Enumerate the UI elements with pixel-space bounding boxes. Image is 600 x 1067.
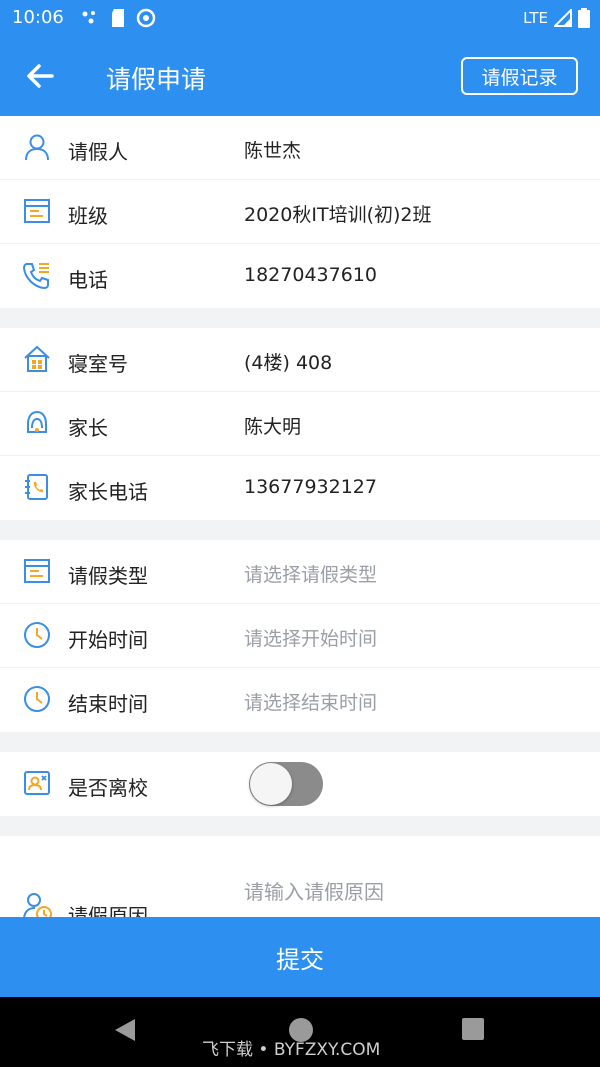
row-phone: 电话 18270437610 (0, 244, 600, 308)
end-time-select[interactable]: 请选择结束时间 (244, 688, 377, 715)
row-class: 班级 2020秋IT培训(初)2班 (0, 180, 600, 244)
status-right: LTE (523, 8, 590, 28)
dots-icon (82, 11, 95, 24)
back-arrow-icon[interactable] (22, 58, 58, 94)
parent-phone-value: 13677932127 (244, 476, 377, 498)
reason-input[interactable]: 请输入请假原因 (244, 876, 384, 905)
leave-type-label: 请假类型 (68, 564, 148, 588)
system-nav-bar: 飞下载 • BYFZXY.COM (0, 997, 600, 1067)
toggle-knob (250, 763, 292, 805)
applicant-value: 陈世杰 (244, 140, 302, 162)
dorm-value: (4楼) 408 (244, 352, 333, 374)
parent-icon (27, 410, 47, 433)
user-clock-icon (23, 893, 52, 917)
row-end-time[interactable]: 结束时间 请选择结束时间 (0, 668, 600, 732)
clock-icon (24, 622, 50, 648)
type-board-icon (24, 559, 50, 583)
class-label: 班级 (68, 204, 108, 228)
student-info-group: 请假人 陈世杰 班级 2020秋IT培训(初)2班 电话 18270437610 (0, 116, 600, 308)
row-parent-phone: 家长电话 13677932127 (0, 456, 600, 520)
leave-school-label: 是否离校 (68, 776, 148, 800)
section-divider (0, 816, 600, 836)
row-leave-school: 是否离校 (0, 752, 600, 816)
class-board-icon (24, 199, 50, 223)
parent-phone-label: 家长电话 (68, 480, 148, 504)
leave-type-select[interactable]: 请选择请假类型 (244, 560, 377, 587)
watermark: 飞下载 • BYFZXY.COM (202, 1040, 381, 1060)
page-title: 请假申请 (106, 65, 207, 94)
status-time: 10:06 (12, 7, 64, 28)
section-divider (0, 308, 600, 328)
applicant-label: 请假人 (68, 140, 128, 164)
class-value: 2020秋IT培训(初)2班 (244, 204, 432, 226)
leave-school-group: 是否离校 (0, 752, 600, 816)
status-bar: 10:06 LTE (0, 0, 600, 36)
row-leave-type[interactable]: 请假类型 请选择请假类型 (0, 540, 600, 604)
row-parent: 家长 陈大明 (0, 392, 600, 456)
no-sync-icon (136, 8, 156, 28)
app-bar: 请假申请 请假记录 (0, 36, 600, 116)
reason-label: 请假原因 (68, 904, 148, 917)
leave-record-button[interactable]: 请假记录 (461, 57, 578, 95)
person-icon (25, 134, 49, 161)
network-type: LTE (523, 9, 548, 27)
start-time-label: 开始时间 (68, 628, 148, 652)
parent-label: 家长 (68, 416, 108, 440)
clock-icon (24, 686, 50, 712)
nav-recents-icon[interactable] (462, 1018, 484, 1040)
submit-button[interactable]: 提交 (0, 917, 600, 997)
contact-book-icon (25, 474, 48, 500)
section-divider (0, 520, 600, 540)
form-content: 请假人 陈世杰 班级 2020秋IT培训(初)2班 电话 18270437610 (0, 116, 600, 917)
status-notification-icons (80, 8, 156, 28)
start-time-select[interactable]: 请选择开始时间 (244, 624, 377, 651)
leave-school-toggle[interactable] (249, 762, 323, 806)
sd-card-icon (112, 9, 124, 27)
signal-icon (554, 9, 572, 27)
battery-icon (578, 8, 590, 28)
end-time-label: 结束时间 (68, 692, 148, 716)
leave-detail-group: 请假类型 请选择请假类型 开始时间 请选择开始时间 结束时间 请选择结束时间 (0, 540, 600, 732)
row-applicant: 请假人 陈世杰 (0, 116, 600, 180)
dorm-house-icon (24, 345, 50, 372)
nav-back-icon[interactable] (113, 1017, 137, 1043)
row-reason: 请假原因 请输入请假原因 (0, 836, 600, 917)
section-divider (0, 732, 600, 752)
phone-value: 18270437610 (244, 264, 377, 286)
row-start-time[interactable]: 开始时间 请选择开始时间 (0, 604, 600, 668)
leave-school-icon (24, 771, 50, 795)
phone-label: 电话 (68, 268, 108, 292)
parent-value: 陈大明 (244, 416, 302, 438)
dorm-parent-group: 寝室号 (4楼) 408 家长 陈大明 家长电话 13677932127 (0, 328, 600, 520)
row-dorm: 寝室号 (4楼) 408 (0, 328, 600, 392)
dorm-label: 寝室号 (68, 352, 128, 376)
phone-icon (22, 263, 49, 290)
